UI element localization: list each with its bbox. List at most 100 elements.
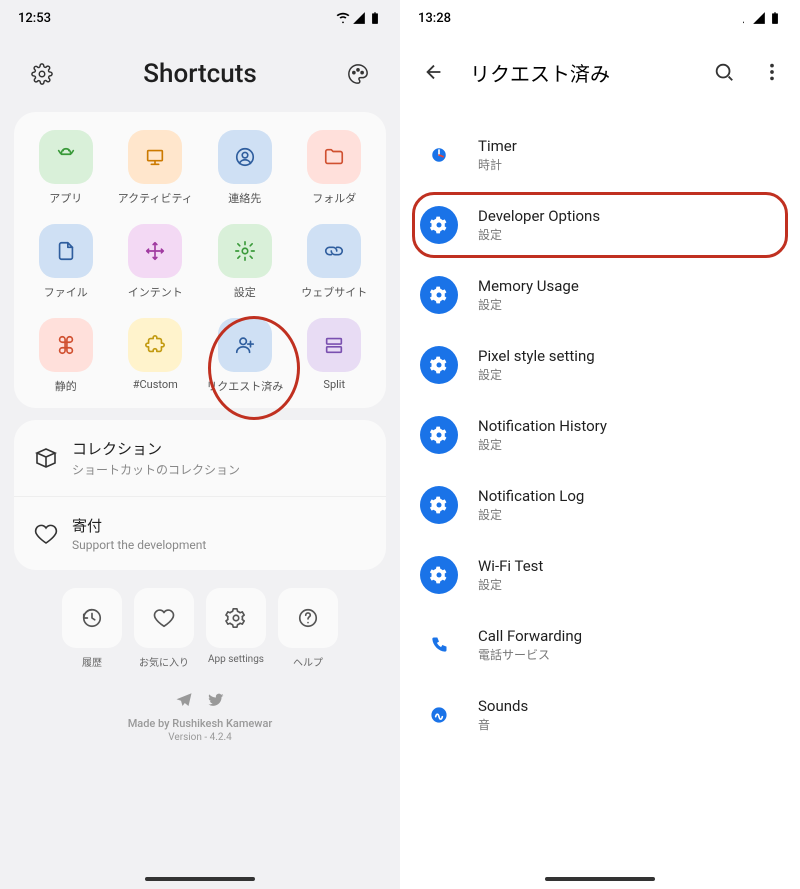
status-bar: 12:53 [0, 0, 400, 36]
more-vert-icon [761, 61, 783, 83]
list-subtitle: ショートカットのコレクション [72, 461, 240, 478]
setting-row[interactable]: Pixel style setting設定 [400, 330, 800, 400]
gear-fill-icon [420, 486, 458, 524]
setting-row[interactable]: Notification History設定 [400, 400, 800, 470]
gear-fill-icon [420, 556, 458, 594]
grid-item-move[interactable]: インテント [114, 224, 198, 300]
setting-title: Developer Options [478, 207, 600, 225]
twitter-icon[interactable] [207, 691, 225, 709]
file-icon [39, 224, 93, 278]
grid-label: アクティビティ [118, 190, 193, 206]
setting-title: Sounds [478, 697, 528, 715]
status-time: 13:28 [418, 11, 451, 26]
status-icons [736, 11, 782, 25]
setting-title: Wi-Fi Test [478, 557, 543, 575]
feature-list: コレクションショートカットのコレクション寄付Support the develo… [14, 420, 386, 570]
grid-item-person-circle[interactable]: 連絡先 [203, 130, 287, 206]
setting-row[interactable]: Timer時計 [400, 120, 800, 190]
setting-subtitle: 時計 [478, 156, 517, 173]
grid-item-command[interactable]: 静的 [24, 318, 108, 394]
search-icon [713, 61, 735, 83]
box-icon [34, 446, 58, 470]
folder-icon [307, 130, 361, 184]
grid-item-link[interactable]: ウェブサイト [293, 224, 377, 300]
setting-subtitle: 設定 [478, 436, 607, 453]
grid-label: 連絡先 [228, 190, 261, 206]
battery-icon [768, 11, 782, 25]
list-row[interactable]: コレクションショートカットのコレクション [14, 420, 386, 496]
footer-made-by: Made by Rushikesh Kamewar [0, 717, 400, 730]
requested-screen: 13:28 リクエスト済み Timer時計Developer Options設定… [400, 0, 800, 889]
bottom-label: 履歴 [82, 654, 102, 669]
grid-label: インテント [128, 284, 183, 300]
shortcut-grid-card: アプリアクティビティ 連絡先 フォルダファイルインテント 設定 ウェブサイト静的#Cus… [14, 112, 386, 408]
grid-item-folder[interactable]: フォルダ [293, 130, 377, 206]
bottom-label: ヘルプ [293, 654, 323, 669]
shortcut-grid: アプリアクティビティ 連絡先 フォルダファイルインテント 設定 ウェブサイト静的#Cus… [24, 130, 376, 394]
setting-subtitle: 設定 [478, 366, 595, 383]
heart-icon [34, 522, 58, 546]
settings-icon-button[interactable] [24, 56, 60, 92]
bottom-history[interactable]: 履歴 [62, 588, 122, 669]
gear-fill-icon [420, 276, 458, 314]
page-title: リクエスト済み [470, 58, 688, 87]
android-icon [39, 130, 93, 184]
bottom-nav: 履歴 お気に入り App settings ヘルプ [0, 588, 400, 669]
person-plus-icon [218, 318, 272, 372]
setting-row[interactable]: Wi-Fi Test設定 [400, 540, 800, 610]
grid-item-monitor[interactable]: アクティビティ [114, 130, 198, 206]
grid-item-puzzle[interactable]: #Custom [114, 318, 198, 394]
search-button[interactable] [706, 54, 742, 90]
status-icons [336, 11, 382, 25]
more-button[interactable] [760, 54, 784, 90]
status-bar: 13:28 [400, 0, 800, 36]
grid-label: Split [323, 378, 345, 391]
wifi-icon [336, 11, 350, 25]
header: Shortcuts [0, 36, 400, 106]
gear-outline-icon [31, 63, 53, 85]
help-icon [278, 588, 338, 648]
wifi-icon [736, 11, 750, 25]
bottom-heart[interactable]: お気に入り [134, 588, 194, 669]
setting-row[interactable]: Memory Usage設定 [400, 260, 800, 330]
bottom-help[interactable]: ヘルプ [278, 588, 338, 669]
grid-label: 設定 [234, 284, 256, 300]
split-icon [307, 318, 361, 372]
shortcuts-screen: 12:53 Shortcuts アプリアクティビティ 連絡先 フォルダファイルインテ… [0, 0, 400, 889]
list-row[interactable]: 寄付Support the development [14, 496, 386, 570]
status-time: 12:53 [18, 11, 51, 26]
setting-subtitle: 設定 [478, 576, 543, 593]
heart-icon [134, 588, 194, 648]
bottom-settings2[interactable]: App settings [206, 588, 266, 669]
grid-item-android[interactable]: アプリ [24, 130, 108, 206]
setting-title: Notification Log [478, 487, 584, 505]
setting-row[interactable]: Call Forwarding電話サービス [400, 610, 800, 680]
move-icon [128, 224, 182, 278]
setting-row[interactable]: Developer Options設定 [400, 190, 800, 260]
settings-list: Timer時計Developer Options設定Memory Usage設定… [400, 102, 800, 750]
arrow-left-icon [423, 61, 445, 83]
grid-item-gear[interactable]: 設定 [203, 224, 287, 300]
palette-icon-button[interactable] [340, 56, 376, 92]
bottom-label: App settings [208, 654, 264, 665]
setting-subtitle: 設定 [478, 506, 584, 523]
back-button[interactable] [416, 54, 452, 90]
navigation-handle[interactable] [545, 877, 655, 881]
setting-row[interactable]: Notification Log設定 [400, 470, 800, 540]
grid-item-file[interactable]: ファイル [24, 224, 108, 300]
setting-subtitle: 電話サービス [478, 646, 582, 663]
setting-title: Memory Usage [478, 277, 579, 295]
navigation-handle[interactable] [145, 877, 255, 881]
palette-icon [347, 63, 369, 85]
person-circle-icon [218, 130, 272, 184]
setting-subtitle: 設定 [478, 296, 579, 313]
setting-title: Notification History [478, 417, 607, 435]
telegram-icon[interactable] [175, 691, 193, 709]
grid-item-person-plus[interactable]: リクエスト済み [203, 318, 287, 394]
history-icon [62, 588, 122, 648]
signal-icon [352, 11, 366, 25]
phone-icon [420, 626, 458, 664]
setting-row[interactable]: Sounds音 [400, 680, 800, 750]
bottom-label: お気に入り [139, 654, 189, 669]
grid-item-split[interactable]: Split [293, 318, 377, 394]
